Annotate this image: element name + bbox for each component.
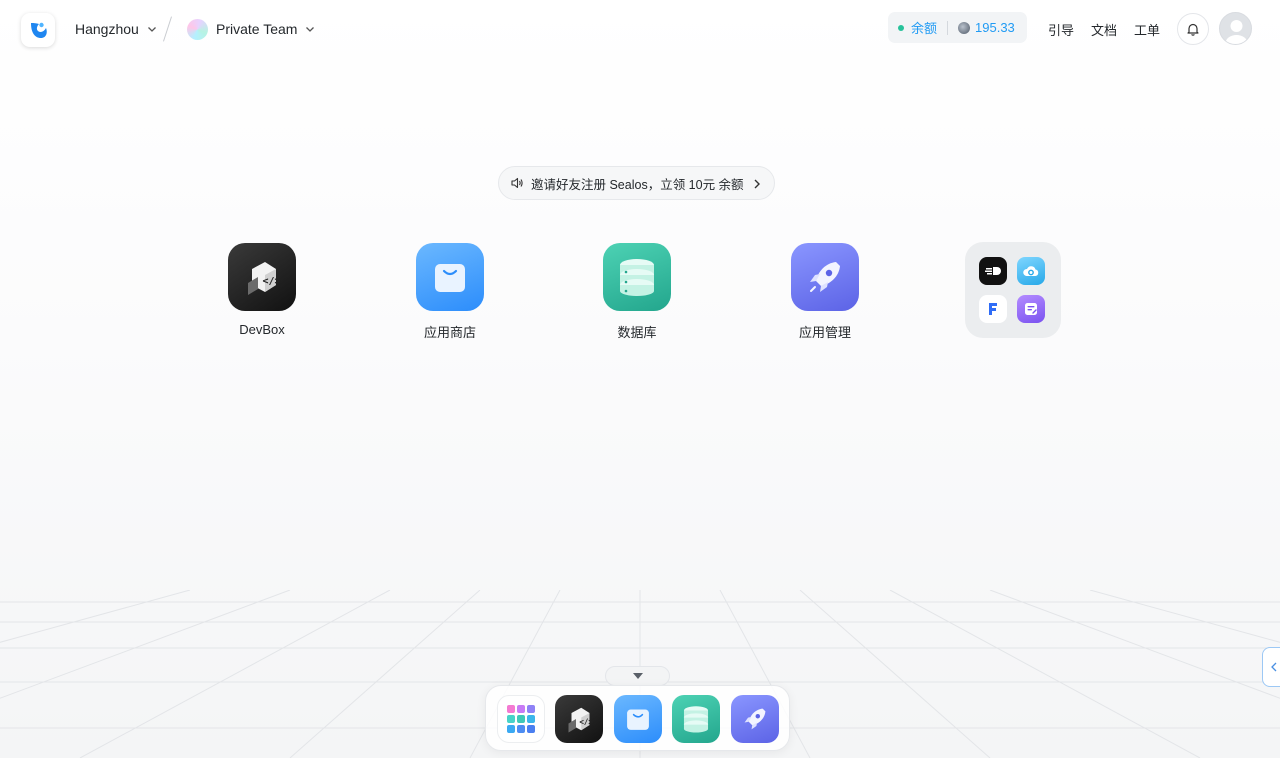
team-name: Private Team [216, 21, 298, 37]
user-avatar[interactable] [1219, 12, 1252, 45]
dock-devbox[interactable]: </> [555, 695, 603, 743]
dock-database[interactable] [672, 695, 720, 743]
sealos-logo-icon [31, 22, 47, 38]
app-store-icon [416, 243, 484, 311]
dock: </> [485, 685, 790, 751]
chevron-left-icon [1271, 662, 1277, 672]
invite-banner[interactable]: 邀请好友注册 Sealos，立领 10元 余额 [498, 166, 775, 200]
app-launchpad-icon [791, 243, 859, 311]
side-panel-toggle[interactable] [1262, 647, 1280, 687]
breadcrumb-divider [163, 16, 172, 42]
svg-text:</>: </> [579, 717, 593, 726]
app-label: 应用商店 [423, 325, 476, 340]
top-bar: Hangzhou Private Team 余额 195.33 引导 文档 工单 [0, 0, 1280, 58]
app-store-icon [627, 709, 649, 730]
caret-down-icon [632, 673, 643, 679]
database-icon [603, 243, 671, 311]
devbox-icon: </> [568, 707, 593, 733]
app-label: 应用管理 [798, 325, 851, 340]
region-selector[interactable]: Hangzhou [75, 19, 157, 39]
chevron-right-icon [754, 179, 760, 189]
region-name: Hangzhou [75, 21, 139, 37]
dock-toggle-button[interactable] [605, 666, 670, 686]
user-icon [1225, 20, 1248, 44]
status-dot [898, 24, 904, 31]
coin-icon [958, 21, 971, 34]
app-store[interactable]: 应用商店 [395, 243, 505, 341]
cloud-icon [1017, 257, 1045, 285]
dock-app-launchpad[interactable] [731, 695, 779, 743]
balance-value: 195.33 [975, 20, 1015, 35]
dock-app-store[interactable] [614, 695, 662, 743]
balance-divider [947, 20, 949, 35]
svg-text:</>: </> [263, 276, 281, 287]
app-label: 数据库 [617, 325, 657, 340]
app-grid-icon [507, 705, 535, 733]
database-icon [683, 706, 709, 733]
app-launchpad-icon [744, 708, 766, 730]
docs-link[interactable]: 文档 [1091, 20, 1117, 39]
balance-widget[interactable]: 余额 195.33 [888, 12, 1027, 43]
app-database[interactable]: 数据库 [582, 243, 692, 341]
app-folder[interactable] [965, 242, 1061, 338]
app-label: DevBox [239, 322, 285, 337]
terminal-speed-icon [979, 257, 1007, 285]
chevron-down-icon [147, 27, 156, 32]
invite-text: 邀请好友注册 Sealos，立领 10元 余额 [531, 177, 744, 192]
dock-app-grid[interactable] [497, 695, 545, 743]
chevron-down-icon [306, 27, 315, 32]
f-app-icon [979, 295, 1007, 323]
devbox-icon: </> [228, 243, 296, 311]
guide-link[interactable]: 引导 [1048, 20, 1074, 39]
notes-icon [1017, 295, 1045, 323]
sealos-logo[interactable] [21, 13, 55, 47]
speaker-icon [511, 177, 523, 189]
team-selector[interactable]: Private Team [187, 18, 315, 40]
tickets-link[interactable]: 工单 [1134, 20, 1160, 39]
notification-button[interactable] [1177, 13, 1209, 45]
balance-label: 余额 [911, 21, 938, 36]
team-avatar [187, 18, 208, 40]
app-launchpad[interactable]: 应用管理 [770, 243, 880, 341]
bell-icon [1187, 23, 1199, 36]
app-devbox[interactable]: </> DevBox [207, 243, 317, 337]
